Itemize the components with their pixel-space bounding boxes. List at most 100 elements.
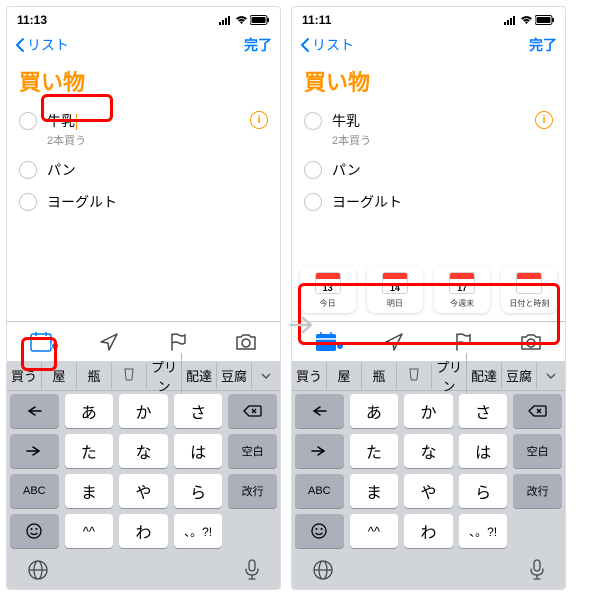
key-right-arrow[interactable] [295,434,344,468]
key-space[interactable]: 空白 [513,434,562,468]
reminder-title[interactable]: 牛乳 [47,111,240,131]
key[interactable]: な [404,434,453,468]
key[interactable]: 、。?! [174,514,223,548]
suggestion-toggle[interactable] [252,372,280,380]
suggestion[interactable]: 瓶 [362,362,397,389]
suggestion[interactable]: 豆腐 [502,362,537,389]
done-button[interactable]: 完了 [529,35,557,55]
key[interactable]: わ [404,514,453,548]
camera-button[interactable] [226,333,266,351]
complete-radio[interactable] [304,161,322,179]
key[interactable]: さ [459,394,508,428]
key[interactable]: ^^ [65,514,114,548]
complete-radio[interactable] [304,193,322,211]
key[interactable]: や [119,474,168,508]
calendar-day-icon: 13 [315,272,341,294]
reminder-item[interactable]: 牛乳 2本買う i [292,105,565,154]
location-button[interactable] [374,332,414,352]
suggestion[interactable]: 買う [7,362,42,389]
key-backspace[interactable] [513,394,562,428]
key-return[interactable]: 改行 [228,474,277,508]
info-icon[interactable]: i [535,111,553,129]
camera-icon [520,333,542,351]
suggestion[interactable]: 屋 [42,362,77,389]
complete-radio[interactable] [19,193,37,211]
location-button[interactable] [89,332,129,352]
flag-button[interactable] [158,332,198,352]
key-left-arrow[interactable] [295,394,344,428]
date-chip-today[interactable]: 13 今日 [300,266,356,313]
reminder-item[interactable]: パン [7,154,280,186]
suggestion[interactable]: 豆腐 [217,362,252,389]
suggestion-toggle[interactable] [537,372,565,380]
suggestion[interactable] [112,363,147,388]
globe-icon[interactable] [27,559,49,581]
key[interactable]: ま [65,474,114,508]
key-backspace[interactable] [228,394,277,428]
suggestion[interactable] [397,363,432,388]
reminder-title: パン [332,160,553,180]
key[interactable]: か [404,394,453,428]
back-button[interactable]: リスト [15,35,69,55]
camera-button[interactable] [511,333,551,351]
suggestion[interactable]: 瓶 [77,362,112,389]
calendar-button[interactable] [21,332,61,352]
signal-icon [219,15,233,25]
calendar-day-icon: 17 [449,272,475,294]
key[interactable]: ら [174,474,223,508]
back-button[interactable]: リスト [300,35,354,55]
calendar-add-badge [336,342,344,350]
complete-radio[interactable] [19,112,37,130]
key-emoji[interactable] [295,514,344,548]
key[interactable]: 、。?! [459,514,508,548]
key[interactable]: ま [350,474,399,508]
key[interactable]: か [119,394,168,428]
key[interactable]: ^^ [350,514,399,548]
suggestion[interactable]: 配達 [467,362,502,389]
key-right-arrow[interactable] [10,434,59,468]
status-time: 11:13 [17,13,47,27]
mic-icon[interactable] [529,559,545,581]
key[interactable]: は [174,434,223,468]
globe-icon[interactable] [312,559,334,581]
info-icon[interactable]: i [250,111,268,129]
date-chip-custom[interactable]: ··· 日付と時刻 [501,266,557,313]
reminder-item[interactable]: ヨーグルト [7,186,280,218]
reminder-title: ヨーグルト [332,192,553,212]
key[interactable]: わ [119,514,168,548]
key-abc[interactable]: ABC [295,474,344,508]
suggestion[interactable]: 配達 [182,362,217,389]
key-abc[interactable]: ABC [10,474,59,508]
key[interactable]: た [65,434,114,468]
key[interactable]: あ [65,394,114,428]
mic-icon[interactable] [244,559,260,581]
key[interactable]: さ [174,394,223,428]
date-chip-weekend[interactable]: 17 今週末 [434,266,490,313]
complete-radio[interactable] [304,112,322,130]
key-return[interactable]: 改行 [513,474,562,508]
reminder-item[interactable]: パン [292,154,565,186]
input-toolbar [7,321,280,361]
key[interactable]: は [459,434,508,468]
suggestion[interactable]: 屋 [327,362,362,389]
battery-icon [250,15,270,25]
complete-radio[interactable] [19,161,37,179]
reminder-notes: 2本買う [47,132,240,148]
arrow-between-icon [287,310,317,345]
reminder-item[interactable]: ヨーグルト [292,186,565,218]
reminder-item[interactable]: 牛乳 2本買う i [7,105,280,154]
location-icon [384,332,404,352]
key-emoji[interactable] [10,514,59,548]
key[interactable]: た [350,434,399,468]
key[interactable]: や [404,474,453,508]
key[interactable]: ら [459,474,508,508]
suggestion[interactable]: 買う [292,362,327,389]
done-button[interactable]: 完了 [244,35,272,55]
key-space[interactable]: 空白 [228,434,277,468]
flag-button[interactable] [443,332,483,352]
date-chip-tomorrow[interactable]: 14 明日 [367,266,423,313]
key[interactable]: な [119,434,168,468]
reminder-title: パン [47,160,268,180]
key[interactable]: あ [350,394,399,428]
key-left-arrow[interactable] [10,394,59,428]
